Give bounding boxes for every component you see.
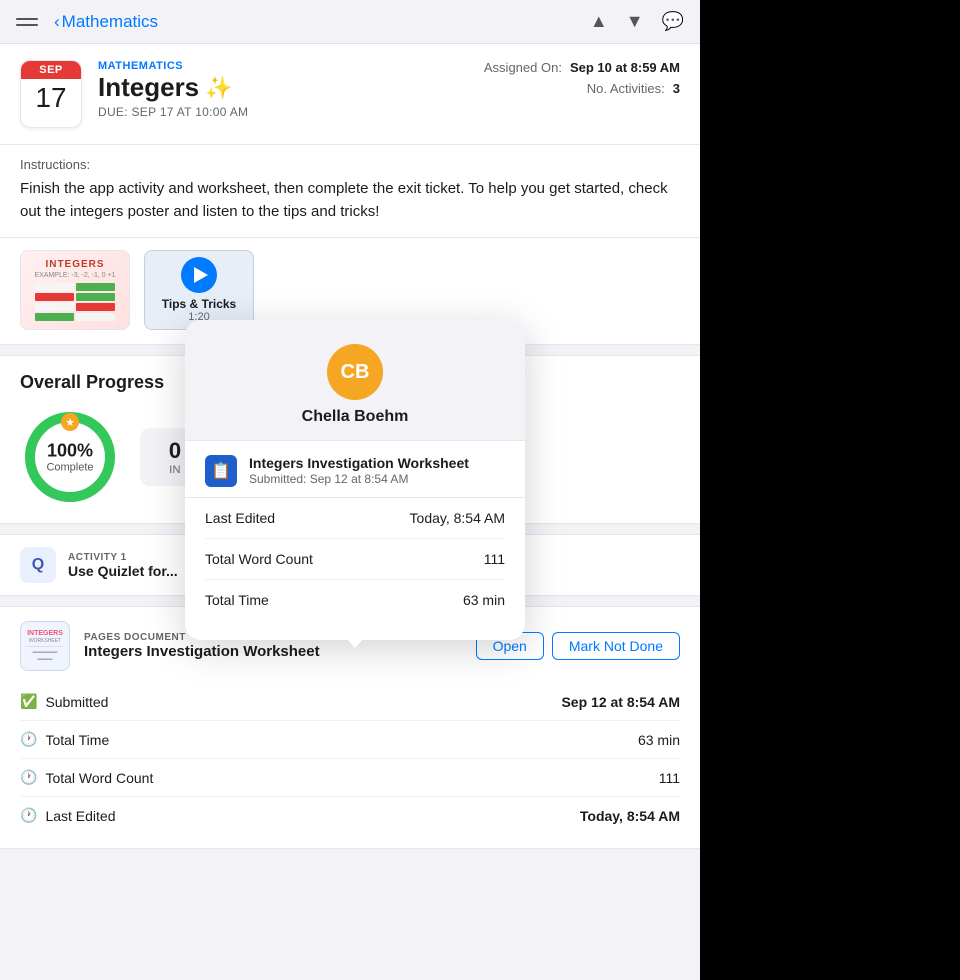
activity-icon: Q: [20, 547, 56, 583]
donut-label: Complete: [46, 462, 93, 474]
play-button[interactable]: [181, 257, 217, 293]
submitted-value: Sep 12 at 8:54 AM: [561, 694, 680, 710]
sparkle-icon: ✨: [205, 75, 232, 101]
donut-chart: ★ 100% Complete: [20, 407, 120, 507]
submitted-row: ✅ Submitted Sep 12 at 8:54 AM: [20, 683, 680, 721]
down-arrow-button[interactable]: ▼: [626, 11, 644, 32]
instructions-title: Instructions:: [20, 157, 680, 172]
right-panel: [700, 0, 960, 980]
popup-stats: Last Edited Today, 8:54 AM Total Word Co…: [185, 498, 525, 620]
submitted-label: Submitted: [45, 694, 108, 710]
activities-row: No. Activities: 3: [587, 81, 680, 96]
popup-total-time-label: Total Time: [205, 592, 269, 608]
back-chevron-icon: ‹: [54, 12, 60, 32]
popup-stat-row-2: Total Time 63 min: [205, 580, 505, 620]
student-popup: CB Chella Boehm 📋 Integers Investigation…: [185, 320, 525, 640]
document-thumbnail-inner: INTEGERS WORKSHEET ▬▬▬▬▬ ▬▬▬: [25, 628, 65, 664]
popup-document-row: 📋 Integers Investigation Worksheet Submi…: [185, 441, 525, 498]
last-edited-label: Last Edited: [45, 808, 115, 824]
instructions-section: Instructions: Finish the app activity an…: [0, 145, 700, 238]
donut-center: 100% Complete: [46, 441, 93, 474]
stat-in-value: 0: [169, 438, 181, 464]
last-edited-value: Today, 8:54 AM: [580, 808, 680, 824]
popup-total-time-value: 63 min: [463, 592, 505, 608]
word-count-label: Total Word Count: [45, 770, 153, 786]
popup-doc-name: Integers Investigation Worksheet: [249, 455, 505, 471]
subject-label: MATHEMATICS: [98, 60, 464, 72]
clock-icon-3: 🕐: [20, 807, 37, 824]
comment-button[interactable]: 💬: [662, 11, 684, 32]
back-button[interactable]: ‹ Mathematics: [54, 12, 158, 32]
video-title: Tips & Tricks: [162, 297, 236, 311]
total-time-value: 63 min: [638, 732, 680, 748]
popup-doc-icon: 📋: [205, 455, 237, 487]
assignment-info: MATHEMATICS Integers ✨ DUE: SEP 17 AT 10…: [98, 60, 464, 119]
popup-stat-row-0: Last Edited Today, 8:54 AM: [205, 498, 505, 539]
popup-word-count-label: Total Word Count: [205, 551, 313, 567]
popup-stat-row-1: Total Word Count 111: [205, 539, 505, 580]
instructions-text: Finish the app activity and worksheet, t…: [20, 178, 680, 223]
avatar-initials: CB: [341, 361, 370, 384]
calendar-month: SEP: [21, 61, 81, 79]
assignment-title: Integers ✨: [98, 72, 464, 103]
nav-bar: ‹ Mathematics ▲ ▼ 💬: [0, 0, 700, 44]
clock-icon-2: 🕐: [20, 769, 37, 786]
assigned-on-row: Assigned On: Sep 10 at 8:59 AM: [484, 60, 680, 75]
quizlet-icon: Q: [32, 556, 44, 574]
title-text: Integers: [98, 72, 199, 103]
mark-not-done-button[interactable]: Mark Not Done: [552, 632, 680, 660]
due-date: DUE: SEP 17 AT 10:00 AM: [98, 105, 464, 119]
student-name: Chella Boehm: [302, 408, 409, 426]
document-details: ✅ Submitted Sep 12 at 8:54 AM 🕐 Total Ti…: [20, 683, 680, 834]
clock-icon-1: 🕐: [20, 731, 37, 748]
submitted-left: ✅ Submitted: [20, 693, 108, 710]
calendar-badge: SEP 17: [20, 60, 82, 128]
popup-doc-status: Submitted: Sep 12 at 8:54 AM: [249, 472, 505, 486]
popup-doc-info: Integers Investigation Worksheet Submitt…: [249, 455, 505, 486]
poster-attachment[interactable]: INTEGERS EXAMPLE: -3, -2, -1, 0 +1: [20, 250, 130, 330]
word-count-left: 🕐 Total Word Count: [20, 769, 153, 786]
last-edited-row: 🕐 Last Edited Today, 8:54 AM: [20, 797, 680, 834]
assignment-meta: Assigned On: Sep 10 at 8:59 AM No. Activ…: [480, 60, 680, 96]
pages-icon: 📋: [211, 461, 231, 481]
calendar-day: 17: [35, 79, 66, 114]
up-arrow-button[interactable]: ▲: [590, 11, 608, 32]
popup-word-count-value: 111: [484, 551, 505, 567]
total-time-row: 🕐 Total Time 63 min: [20, 721, 680, 759]
sidebar-toggle-button[interactable]: [16, 11, 44, 33]
donut-percent: 100%: [46, 441, 93, 462]
check-circle-icon: ✅: [20, 693, 37, 710]
poster-grid: [35, 283, 115, 321]
total-time-left: 🕐 Total Time: [20, 731, 109, 748]
popup-last-edited-label: Last Edited: [205, 510, 275, 526]
popup-header: CB Chella Boehm: [185, 320, 525, 440]
back-label: Mathematics: [62, 12, 158, 32]
assigned-on-label: Assigned On:: [484, 60, 562, 75]
donut-star-icon: ★: [61, 413, 79, 431]
video-attachment[interactable]: Tips & Tricks 1:20: [144, 250, 254, 330]
last-edited-left: 🕐 Last Edited: [20, 807, 116, 824]
total-time-label: Total Time: [45, 732, 109, 748]
play-triangle-icon: [194, 267, 208, 283]
stat-in-label: IN: [169, 464, 181, 476]
assignment-header: SEP 17 MATHEMATICS Integers ✨ DUE: SEP 1…: [0, 44, 700, 145]
popup-last-edited-value: Today, 8:54 AM: [410, 510, 505, 526]
poster-title: INTEGERS: [45, 259, 104, 270]
word-count-value: 111: [659, 770, 680, 786]
popup-overlay: CB Chella Boehm 📋 Integers Investigation…: [185, 320, 525, 648]
word-count-row: 🕐 Total Word Count 111: [20, 759, 680, 797]
document-thumbnail: INTEGERS WORKSHEET ▬▬▬▬▬ ▬▬▬: [20, 621, 70, 671]
poster-subtitle: EXAMPLE: -3, -2, -1, 0 +1: [34, 272, 115, 279]
student-avatar: CB: [327, 344, 383, 400]
assigned-on-value: Sep 10 at 8:59 AM: [570, 60, 680, 75]
activities-value: 3: [673, 81, 680, 96]
popup-tail: [185, 639, 525, 648]
activities-label: No. Activities:: [587, 81, 665, 96]
